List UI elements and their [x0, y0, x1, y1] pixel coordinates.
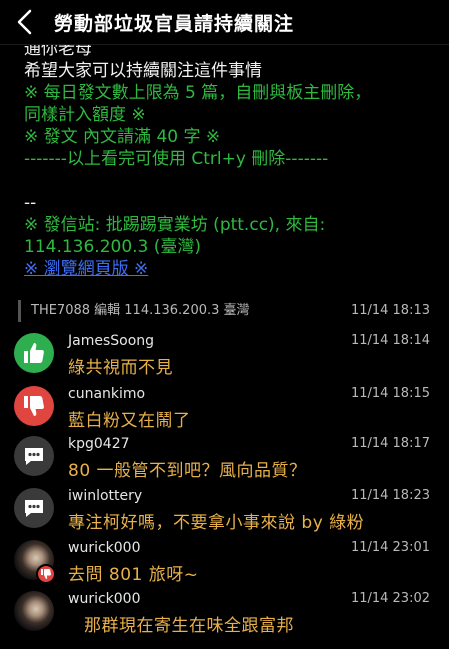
push-badge-bad	[36, 564, 56, 584]
rule-line: ※ 發文 內文請滿 40 字 ※	[24, 127, 221, 147]
push-time: 11/14 18:14	[350, 333, 430, 348]
push-username[interactable]: JamesSoong	[68, 333, 154, 349]
article-line: 希望大家可以持續關注這件事情	[24, 61, 262, 81]
push-content: 藍白粉又在鬧了	[68, 411, 191, 431]
thumbs-up-icon	[24, 343, 44, 363]
edit-note-time: 11/14 18:13	[350, 303, 430, 318]
push-row: kpg0427 11/14 18:17 80 一般管不到吧？風向品質？	[0, 436, 449, 494]
push-content: 80 一般管不到吧？風向品質？	[68, 461, 307, 481]
back-button[interactable]	[14, 8, 38, 36]
browse-web-link[interactable]: ※ 瀏覽網頁版 ※	[24, 258, 444, 280]
push-username[interactable]: wurick000	[68, 540, 141, 556]
user-photo-avatar[interactable]	[14, 591, 54, 631]
push-time: 11/14 23:01	[350, 540, 430, 555]
top-bar: 勞動部垃圾官員請持續關注	[0, 0, 449, 45]
push-username[interactable]: wurick000	[68, 591, 141, 607]
push-badge-neutral	[14, 488, 54, 528]
article-body: 通你老母 希望大家可以持續關注這件事情 ※ 每日發文數上限為 5 篇，自刪與板主…	[24, 38, 444, 280]
push-badge-good	[14, 333, 54, 373]
push-row: iwinlottery 11/14 18:23 專注柯好嗎，不要拿小事來說 by…	[0, 488, 449, 546]
rule-line: ※ 每日發文數上限為 5 篇，自刪與板主刪除，	[24, 83, 372, 103]
push-row: wurick000 11/14 23:01 去問 801 旅呀~	[0, 540, 449, 598]
chevron-left-icon	[17, 9, 32, 35]
push-content: 專注柯好嗎，不要拿小事來說 by 綠粉	[68, 513, 365, 533]
origin-line: ※ 發信站: 批踢踢實業坊 (ptt.cc), 來自:	[24, 215, 326, 235]
push-badge-neutral	[14, 436, 54, 476]
push-row: wurick000 11/14 23:02 那群現在寄生在味全跟富邦	[0, 591, 449, 649]
push-time: 11/14 18:15	[350, 386, 430, 401]
edit-note-text: THE7088 編輯 114.136.200.3 臺灣	[31, 303, 250, 318]
push-content: 那群現在寄生在味全跟富邦	[84, 616, 294, 636]
comment-icon	[25, 448, 43, 465]
push-content: 綠共視而不見	[68, 358, 173, 378]
push-row: JamesSoong 11/14 18:14 綠共視而不見	[0, 333, 449, 391]
page-title: 勞動部垃圾官員請持續關注	[54, 13, 295, 35]
signature-separator: --	[24, 193, 37, 213]
thumbs-down-icon	[24, 396, 44, 416]
push-username[interactable]: cunankimo	[68, 386, 145, 402]
origin-ip-line: 114.136.200.3 (臺灣)	[24, 237, 202, 257]
rule-line: -------以上看完可使用 Ctrl+y 刪除-------	[24, 149, 329, 169]
push-badge-bad	[14, 386, 54, 426]
thumbs-down-icon	[41, 569, 51, 579]
edit-note: THE7088 編輯 114.136.200.3 臺灣 11/14 18:13	[18, 300, 430, 322]
push-content: 去問 801 旅呀~	[68, 565, 199, 585]
rule-line: 同樣計入額度 ※	[24, 105, 146, 125]
comment-icon	[25, 500, 43, 517]
push-time: 11/14 18:23	[350, 488, 430, 503]
push-time: 11/14 23:02	[350, 591, 430, 606]
push-username[interactable]: kpg0427	[68, 436, 130, 452]
push-username[interactable]: iwinlottery	[68, 488, 142, 504]
push-time: 11/14 18:17	[350, 436, 430, 451]
